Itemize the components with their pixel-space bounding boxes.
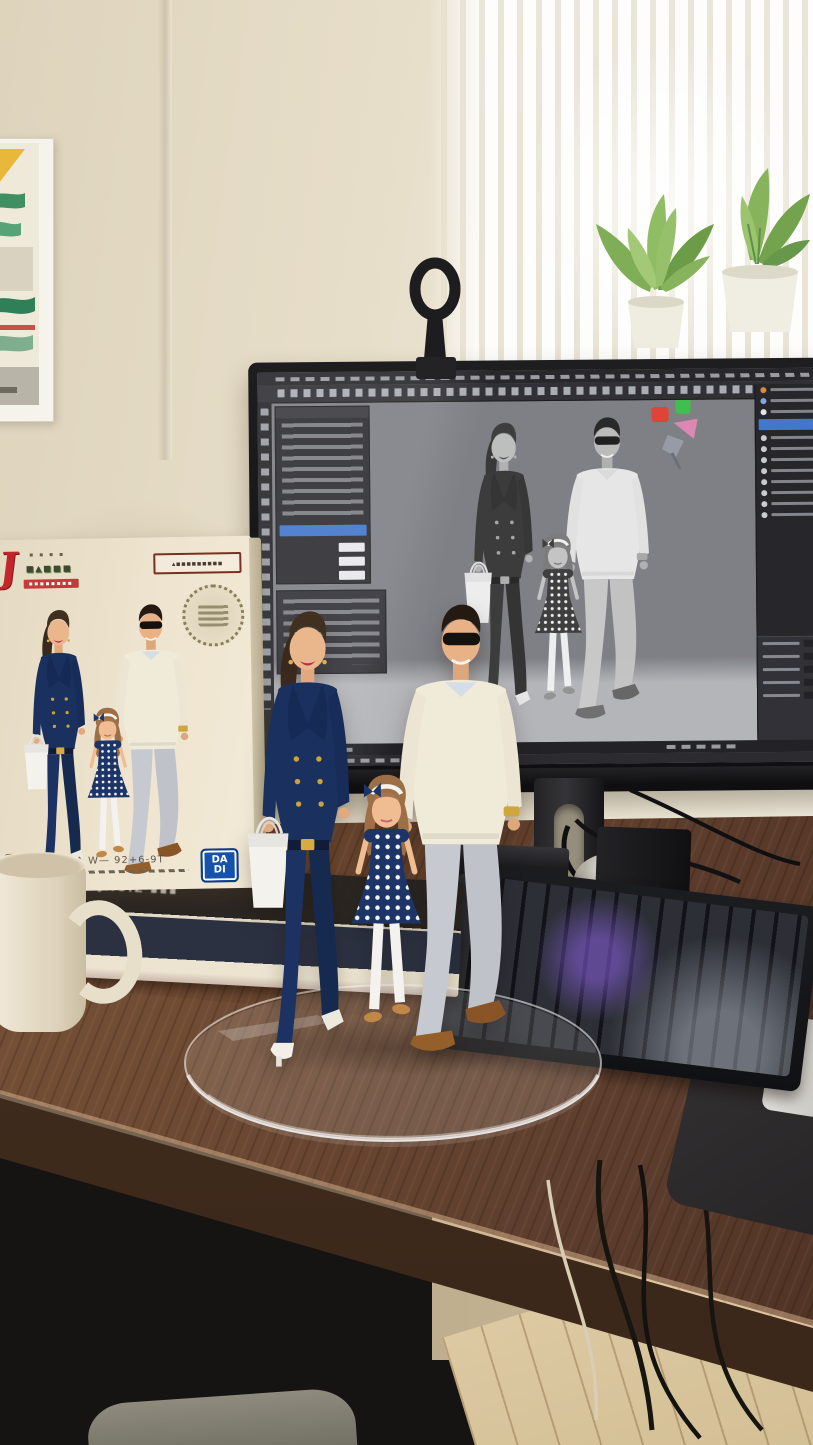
row-label	[771, 479, 813, 483]
app-toolbar	[257, 380, 813, 403]
row-label	[771, 490, 813, 494]
wall-art-print	[0, 138, 54, 422]
panel-header	[276, 407, 369, 419]
prop-value	[804, 678, 813, 685]
prop-label	[763, 668, 800, 671]
toolbar-icons	[277, 385, 813, 398]
wall-corner	[158, 0, 172, 460]
item-icon	[761, 446, 767, 452]
prop-value	[804, 652, 813, 659]
prop-label	[763, 694, 800, 697]
row-label	[771, 468, 813, 472]
row-label	[771, 512, 813, 516]
coffee-mug	[0, 852, 102, 1038]
item-icon	[761, 479, 767, 485]
object-icon	[760, 398, 766, 404]
box-logo-letter: J	[0, 548, 21, 588]
prop-value	[804, 639, 813, 646]
prop-value	[804, 665, 813, 672]
value-field	[339, 543, 365, 552]
box-caution-label: ▴▪▪▪▪▪▪▪▪▪	[153, 552, 241, 575]
left-panel-dropdown	[275, 406, 372, 585]
selected-outliner-row	[759, 418, 813, 430]
monitor-hook	[392, 255, 478, 385]
plant-left	[596, 194, 714, 348]
value-field	[339, 571, 365, 580]
potted-plants	[572, 132, 813, 350]
row-label	[770, 398, 813, 402]
family-figurine	[222, 590, 560, 1086]
box-logo-small-text: ▪ ▪ ▪ ▪	[29, 551, 65, 559]
item-icon	[761, 501, 767, 507]
menu-items	[275, 372, 813, 381]
row-label	[771, 409, 813, 413]
transform-gizmo	[649, 395, 722, 482]
box-logo-glyphs: ▪▴▪▪▪	[25, 561, 72, 577]
poster-art	[0, 143, 39, 405]
prop-label	[763, 681, 800, 684]
row-label	[771, 501, 813, 505]
item-icon	[761, 468, 767, 474]
prop-label	[763, 655, 800, 658]
photo-scene: IJIIOIZ ▪▪▪ J ▪ ▪ ▪ ▪ ▪▴▪▪▪ ▪▪▪▪▪▪▪▪ ▴▪▪…	[0, 0, 813, 1445]
selected-list-row	[280, 525, 367, 537]
row-label	[771, 457, 813, 461]
panel-list-rows	[282, 423, 364, 520]
box-logo-banner: ▪▪▪▪▪▪▪▪	[24, 579, 79, 589]
prop-value	[804, 691, 813, 698]
box-logo: J ▪ ▪ ▪ ▪ ▪▴▪▪▪ ▪▪▪▪▪▪▪▪	[0, 546, 110, 600]
item-icon	[761, 490, 767, 496]
row-label	[771, 446, 813, 450]
collectible-box: J ▪ ▪ ▪ ▪ ▪▴▪▪▪ ▪▪▪▪▪▪▪▪ ▴▪▪▪▪▪▪▪▪▪ 11W …	[0, 536, 257, 892]
item-icon	[761, 457, 767, 463]
item-icon	[761, 512, 767, 518]
status-info	[666, 744, 736, 749]
mesh-icon	[761, 409, 767, 415]
item-icon	[761, 435, 767, 441]
properties-panel	[757, 635, 813, 741]
value-field	[339, 557, 365, 566]
row-label	[770, 387, 813, 391]
collection-icon	[760, 387, 766, 393]
plant-right	[722, 168, 810, 332]
prop-label	[763, 642, 800, 645]
row-label	[771, 435, 813, 439]
